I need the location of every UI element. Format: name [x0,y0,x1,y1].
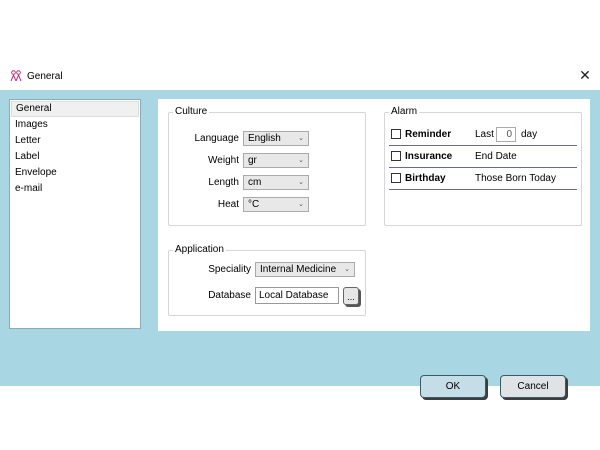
length-label: Length [208,177,239,188]
insurance-checkbox[interactable] [391,151,401,161]
nav-item-images[interactable]: Images [10,117,140,133]
alarm-group-title: Alarm [389,106,420,117]
language-label: Language [194,133,240,144]
ok-button[interactable]: OK [420,375,486,398]
people-icon [10,70,22,82]
settings-nav-list[interactable]: General Images Letter Label Envelope e-m… [9,99,141,329]
reminder-unit: day [521,129,538,140]
insurance-label: Insurance [405,151,453,162]
title-bar: General ✕ [0,62,600,90]
birthday-label: Birthday [405,173,446,184]
birthday-checkbox[interactable] [391,173,401,183]
chevron-down-icon: ⌄ [298,179,304,186]
culture-group: Culture Language English ⌄ Weight gr ⌄ L… [168,106,366,226]
reminder-prefix: Last [475,129,494,140]
dialog-client-area: General Images Letter Label Envelope e-m… [0,90,600,398]
heat-label: Heat [217,199,239,210]
language-value: English [248,133,281,144]
birthday-row: Birthday Those Born Today [389,169,577,190]
alarm-group: Alarm Reminder Last 0 day Insurance End … [384,106,582,226]
chevron-down-icon: ⌄ [298,157,304,164]
settings-panel: Culture Language English ⌄ Weight gr ⌄ L… [158,99,590,331]
weight-value: gr [248,155,257,166]
speciality-label: Speciality [208,264,251,275]
reminder-days-input[interactable]: 0 [496,127,516,142]
window-title: General [27,71,63,82]
application-group: Application Speciality Internal Medicine… [168,244,366,316]
nav-item-label[interactable]: Label [10,149,140,165]
heat-value: °C [248,199,260,210]
general-dialog: General ✕ General Images Letter Label En… [0,62,600,398]
nav-item-email[interactable]: e-mail [10,181,140,197]
insurance-row: Insurance End Date [389,147,577,168]
database-browse-button[interactable]: ... [343,287,359,305]
insurance-desc: End Date [475,151,517,162]
nav-item-general[interactable]: General [11,101,139,117]
database-label: Database [208,290,251,301]
database-field[interactable]: Local Database [255,287,339,304]
chevron-down-icon: ⌄ [298,201,304,208]
language-select[interactable]: English ⌄ [243,131,309,146]
reminder-row: Reminder Last 0 day [389,125,577,146]
application-group-title: Application [173,244,226,255]
length-value: cm [248,177,262,188]
chevron-down-icon: ⌄ [298,135,304,142]
weight-label: Weight [208,155,239,166]
close-button[interactable]: ✕ [577,67,593,83]
reminder-label: Reminder [405,129,452,140]
length-select[interactable]: cm ⌄ [243,175,309,190]
nav-item-envelope[interactable]: Envelope [10,165,140,181]
speciality-value: Internal Medicine [260,264,337,275]
chevron-down-icon: ⌄ [344,266,350,273]
heat-select[interactable]: °C ⌄ [243,197,309,212]
speciality-select[interactable]: Internal Medicine ⌄ [255,262,355,277]
birthday-desc: Those Born Today [475,173,556,184]
cancel-button[interactable]: Cancel [500,375,566,398]
reminder-checkbox[interactable] [391,129,401,139]
nav-item-letter[interactable]: Letter [10,133,140,149]
culture-group-title: Culture [173,106,210,117]
weight-select[interactable]: gr ⌄ [243,153,309,168]
